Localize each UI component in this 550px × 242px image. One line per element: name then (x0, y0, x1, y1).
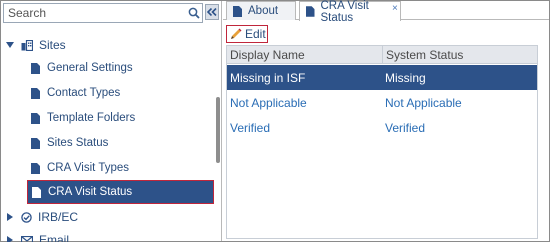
caret-right-icon[interactable] (5, 213, 15, 221)
status-grid: Display Name System Status Missing in IS… (226, 45, 538, 239)
tree-node-label: Email (39, 233, 70, 242)
sites-icon (21, 39, 33, 51)
tree-item-template-folders[interactable]: Template Folders (31, 107, 135, 129)
tab-bar: About CRA Visit Status × (223, 0, 549, 24)
navigation-panel: Sites General Settings Contact Types Tem… (1, 1, 222, 242)
caret-down-icon[interactable] (5, 42, 15, 48)
cell-system-status: Verified (385, 120, 426, 135)
tab-label: CRA Visit Status (320, 0, 369, 24)
tree-item-cra-visit-types[interactable]: CRA Visit Types (31, 157, 129, 179)
tree-item-cra-visit-status[interactable]: CRA Visit Status (27, 180, 214, 204)
double-chevron-left-icon (207, 8, 217, 16)
pencil-icon (231, 28, 242, 39)
cell-system-status: Not Applicable (385, 95, 462, 110)
tree-node-sites[interactable]: Sites (5, 34, 66, 56)
tree-item-label: Sites Status (47, 137, 109, 149)
document-icon (31, 62, 40, 74)
tree-node-label: IRB/EC (38, 210, 79, 224)
settings-tree: Sites General Settings Contact Types Tem… (1, 29, 222, 242)
grid-header: Display Name System Status (227, 46, 537, 64)
document-icon (233, 5, 242, 17)
table-row[interactable]: Not Applicable Not Applicable (227, 90, 537, 115)
collapse-panel-button[interactable] (205, 4, 219, 20)
tree-node-irb-ec[interactable]: IRB/EC (5, 206, 78, 228)
table-row[interactable]: Missing in ISF Missing (227, 65, 537, 90)
cell-display-name: Missing in ISF (230, 70, 306, 85)
tab-label: About (248, 5, 279, 17)
search-icon[interactable] (186, 4, 202, 22)
column-header-display-name[interactable]: Display Name (227, 46, 382, 64)
tree-item-sites-status[interactable]: Sites Status (31, 132, 108, 154)
search-box (3, 3, 203, 23)
tree-item-label: General Settings (47, 62, 133, 74)
tree-node-label: Sites (39, 38, 66, 52)
table-row[interactable]: Verified Verified (227, 115, 537, 140)
tree-node-email[interactable]: Email (5, 229, 69, 242)
edit-button[interactable]: Edit (226, 25, 268, 43)
email-icon (21, 235, 33, 242)
tree-item-label: CRA Visit Types (47, 162, 130, 174)
caret-right-icon[interactable] (5, 236, 15, 242)
cell-display-name: Verified (230, 120, 271, 135)
close-icon[interactable]: × (392, 3, 398, 14)
document-icon (31, 162, 40, 174)
tree-item-label: Template Folders (47, 112, 136, 124)
tree-item-label: CRA Visit Status (48, 186, 133, 198)
content-panel: About CRA Visit Status × Edit Display Na… (223, 0, 549, 241)
column-header-system-status[interactable]: System Status (382, 46, 537, 64)
tab-about[interactable]: About (226, 1, 296, 20)
tree-scrollbar-thumb[interactable] (216, 97, 220, 163)
tree-item-label: Contact Types (47, 87, 121, 99)
document-icon (31, 112, 40, 124)
document-icon (31, 137, 40, 149)
tree-item-general-settings[interactable]: General Settings (31, 57, 133, 79)
search-input[interactable] (4, 4, 188, 22)
tab-cra-visit-status[interactable]: CRA Visit Status × (299, 0, 401, 24)
edit-button-label: Edit (245, 27, 266, 41)
cell-system-status: Missing (385, 70, 426, 85)
check-circle-icon (21, 211, 32, 223)
cell-display-name: Not Applicable (230, 95, 307, 110)
document-icon (31, 87, 40, 99)
tree-item-contact-types[interactable]: Contact Types (31, 82, 120, 104)
document-icon (306, 6, 315, 17)
document-icon (32, 186, 41, 198)
